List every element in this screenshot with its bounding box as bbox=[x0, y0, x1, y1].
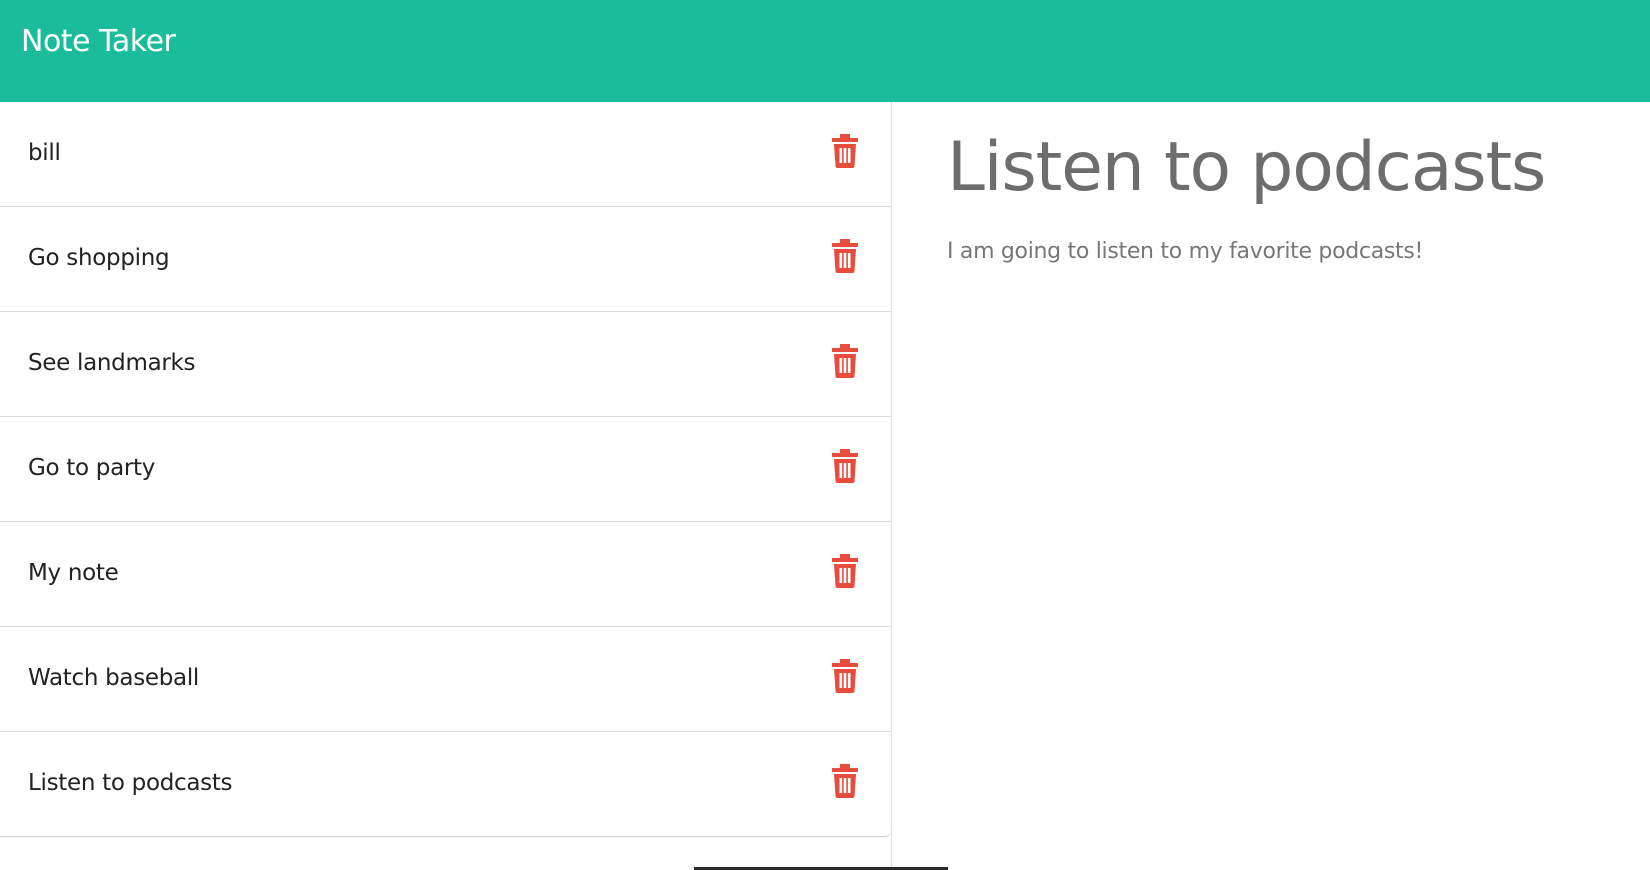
note-list-item[interactable]: Go shopping bbox=[0, 207, 891, 312]
trash-icon[interactable] bbox=[831, 764, 859, 798]
trash-icon[interactable] bbox=[831, 554, 859, 588]
note-title-display[interactable]: Listen to podcasts bbox=[947, 120, 1546, 216]
note-list-item[interactable]: Listen to podcasts bbox=[0, 732, 891, 837]
note-item-title[interactable]: See landmarks bbox=[28, 348, 196, 378]
note-item-title[interactable]: bill bbox=[28, 138, 61, 168]
note-detail-pane: Listen to podcasts I am going to listen … bbox=[892, 102, 1650, 870]
note-list-item[interactable]: bill bbox=[0, 102, 891, 207]
app: Note Taker bill Go shopping See landmark… bbox=[0, 0, 1650, 870]
note-item-title[interactable]: My note bbox=[28, 558, 119, 588]
note-item-title[interactable]: Go shopping bbox=[28, 243, 170, 273]
navbar: Note Taker bbox=[0, 0, 1650, 102]
note-list-item[interactable]: Watch baseball bbox=[0, 627, 891, 732]
note-list: bill Go shopping See landmarks Go to par… bbox=[0, 102, 891, 837]
note-item-title[interactable]: Watch baseball bbox=[28, 663, 199, 693]
trash-icon[interactable] bbox=[831, 239, 859, 273]
trash-icon[interactable] bbox=[831, 449, 859, 483]
note-item-title[interactable]: Listen to podcasts bbox=[28, 768, 233, 798]
app-title[interactable]: Note Taker bbox=[21, 22, 176, 62]
note-text-display[interactable]: I am going to listen to my favorite podc… bbox=[947, 236, 1423, 268]
trash-icon[interactable] bbox=[831, 134, 859, 168]
trash-icon[interactable] bbox=[831, 344, 859, 378]
note-list-pane: bill Go shopping See landmarks Go to par… bbox=[0, 102, 892, 870]
trash-icon[interactable] bbox=[831, 659, 859, 693]
note-list-item[interactable]: My note bbox=[0, 522, 891, 627]
note-item-title[interactable]: Go to party bbox=[28, 453, 155, 483]
note-list-item[interactable]: See landmarks bbox=[0, 312, 891, 417]
note-list-item[interactable]: Go to party bbox=[0, 417, 891, 522]
